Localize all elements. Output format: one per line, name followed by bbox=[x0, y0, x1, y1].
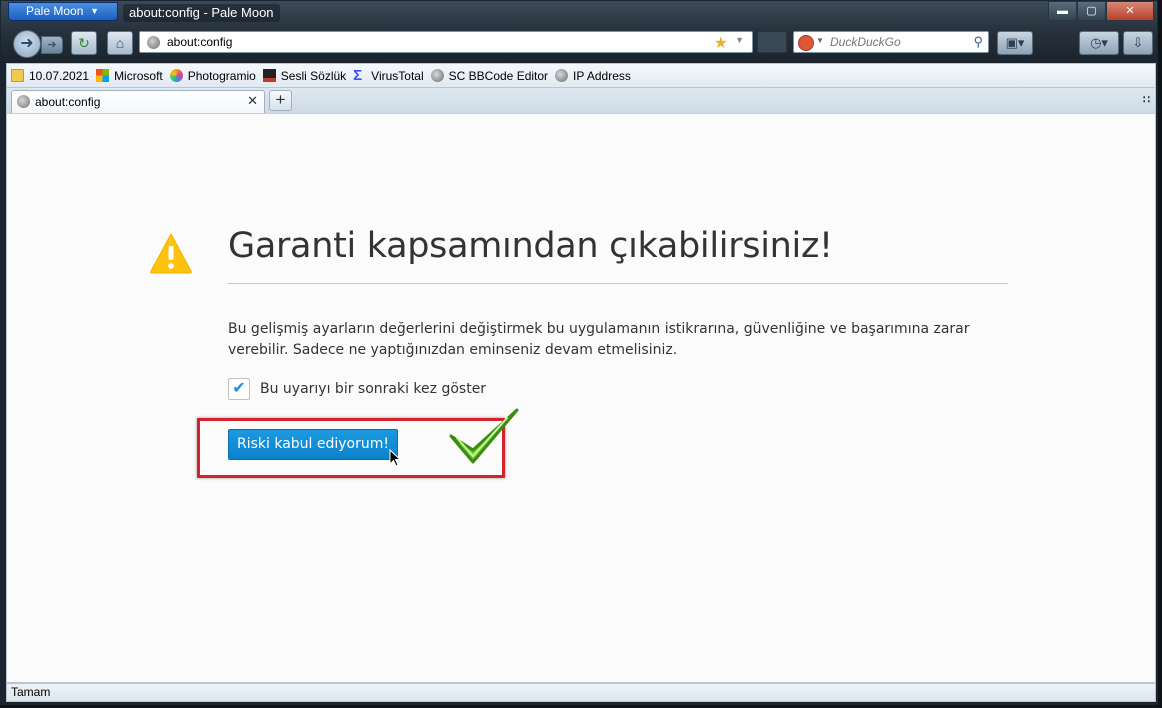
app-menu-button[interactable]: Pale Moon ▼ bbox=[8, 2, 118, 21]
search-bar[interactable]: ▼ ⚲ bbox=[793, 31, 989, 53]
sesli-sozluk-icon bbox=[262, 69, 276, 82]
bookmarks-icon: ▣▾ bbox=[1005, 35, 1025, 50]
bookmark-label: VirusTotal bbox=[371, 68, 424, 83]
navigation-toolbar: ➜ ➜ ↻ ⌂ ★ ▼ ▼ ⚲ ▣▾ ◷▾ ⇩ bbox=[1, 28, 1157, 58]
bookmarks-toolbar: 10.07.2021 Microsoft Photogramio Sesli S… bbox=[6, 63, 1156, 88]
bookmark-label: Microsoft bbox=[114, 68, 163, 83]
feed-button[interactable] bbox=[757, 31, 787, 53]
reload-icon: ↻ bbox=[78, 35, 90, 51]
plus-icon: + bbox=[275, 90, 286, 109]
bookmark-item[interactable]: IP Address bbox=[555, 69, 631, 83]
show-warning-checkbox[interactable]: ✔ bbox=[228, 378, 250, 400]
window-title: about:config - Pale Moon bbox=[123, 4, 280, 22]
divider bbox=[228, 283, 1008, 284]
site-identity-icon[interactable] bbox=[147, 36, 160, 49]
mouse-cursor-icon bbox=[389, 449, 401, 467]
tab-list-icon[interactable]: ∷ bbox=[1143, 93, 1150, 106]
globe-icon bbox=[555, 69, 569, 82]
show-warning-checkbox-row[interactable]: ✔ Bu uyarıyı bir sonraki kez göster bbox=[228, 378, 486, 400]
home-button[interactable]: ⌂ bbox=[107, 31, 133, 55]
bookmark-star-icon[interactable]: ★ bbox=[714, 33, 728, 53]
close-icon[interactable]: ✕ bbox=[247, 93, 258, 109]
photogramio-icon bbox=[169, 69, 183, 82]
checkmark-icon: ✔ bbox=[232, 380, 246, 397]
checkbox-label[interactable]: Bu uyarıyı bir sonraki kez göster bbox=[260, 381, 486, 397]
page-title: Garanti kapsamından çıkabilirsiniz! bbox=[228, 226, 833, 266]
warning-text-line: Bu gelişmiş ayarların değerlerini değişt… bbox=[228, 321, 970, 337]
status-text: Tamam bbox=[11, 685, 51, 699]
warning-description: Bu gelişmiş ayarların değerlerini değişt… bbox=[228, 319, 988, 361]
maximize-button[interactable]: ▢ bbox=[1077, 1, 1106, 21]
chevron-down-icon: ▼ bbox=[90, 6, 99, 16]
bookmark-item[interactable]: Microsoft bbox=[96, 69, 163, 83]
warning-text-line: verebilir. Sadece ne yaptığınızdan emins… bbox=[228, 342, 678, 358]
bookmark-label: IP Address bbox=[573, 68, 631, 83]
microsoft-icon bbox=[96, 69, 110, 82]
arrow-left-icon: ➜ bbox=[20, 35, 34, 52]
tab-about-config[interactable]: about:config ✕ bbox=[11, 90, 265, 113]
bookmark-label: Sesli Sözlük bbox=[280, 68, 347, 83]
globe-icon bbox=[17, 95, 30, 108]
search-engine-dropdown-icon[interactable]: ▼ bbox=[816, 36, 824, 45]
bookmark-label: SC BBCode Editor bbox=[448, 68, 549, 83]
page-content: Garanti kapsamından çıkabilirsiniz! Bu g… bbox=[6, 113, 1156, 683]
minimize-button[interactable]: ▬ bbox=[1048, 1, 1077, 21]
reload-button[interactable]: ↻ bbox=[71, 31, 97, 55]
arrow-right-icon: ➜ bbox=[47, 39, 57, 51]
browser-window: Pale Moon ▼ about:config - Pale Moon ▬ ▢… bbox=[0, 0, 1158, 705]
new-tab-button[interactable]: + bbox=[269, 90, 292, 111]
bookmark-item[interactable]: Sesli Sözlük bbox=[262, 68, 347, 83]
back-button[interactable]: ➜ bbox=[13, 30, 41, 58]
clock-icon: ◷▾ bbox=[1090, 35, 1108, 50]
duckduckgo-icon[interactable] bbox=[798, 35, 814, 51]
bookmark-item[interactable]: Σ VirusTotal bbox=[353, 67, 424, 84]
url-bar[interactable]: ★ ▼ bbox=[139, 31, 753, 53]
bookmark-item[interactable]: Photogramio bbox=[169, 68, 256, 83]
green-checkmark-icon bbox=[449, 408, 519, 464]
search-input[interactable] bbox=[830, 34, 965, 50]
history-button[interactable]: ◷▾ bbox=[1079, 31, 1119, 55]
globe-icon bbox=[430, 69, 444, 82]
warning-icon bbox=[150, 233, 192, 274]
download-icon: ⇩ bbox=[1132, 35, 1144, 50]
url-input[interactable] bbox=[167, 34, 707, 50]
forward-button[interactable]: ➜ bbox=[41, 36, 63, 54]
status-bar: Tamam bbox=[6, 683, 1156, 702]
bookmark-item[interactable]: 10.07.2021 bbox=[11, 69, 89, 83]
home-icon: ⌂ bbox=[115, 35, 125, 51]
bookmark-label: Photogramio bbox=[187, 68, 256, 83]
folder-icon bbox=[11, 69, 24, 82]
tab-label: about:config bbox=[35, 95, 101, 109]
close-button[interactable]: ✕ bbox=[1106, 1, 1154, 21]
bookmark-item[interactable]: SC BBCode Editor bbox=[430, 68, 549, 83]
downloads-button[interactable]: ⇩ bbox=[1123, 31, 1153, 55]
accept-risk-button[interactable]: Riski kabul ediyorum! bbox=[228, 429, 398, 460]
search-icon[interactable]: ⚲ bbox=[973, 34, 983, 50]
window-controls: ▬ ▢ ✕ bbox=[1048, 1, 1154, 21]
bookmarks-menu-button[interactable]: ▣▾ bbox=[997, 31, 1033, 55]
tab-strip: about:config ✕ + ∷ bbox=[6, 88, 1156, 113]
bookmark-label: 10.07.2021 bbox=[29, 68, 90, 83]
url-dropdown-icon[interactable]: ▼ bbox=[735, 35, 744, 45]
virustotal-icon: Σ bbox=[353, 67, 363, 84]
titlebar: Pale Moon ▼ about:config - Pale Moon ▬ ▢… bbox=[1, 1, 1157, 25]
app-menu-label: Pale Moon bbox=[26, 4, 84, 18]
